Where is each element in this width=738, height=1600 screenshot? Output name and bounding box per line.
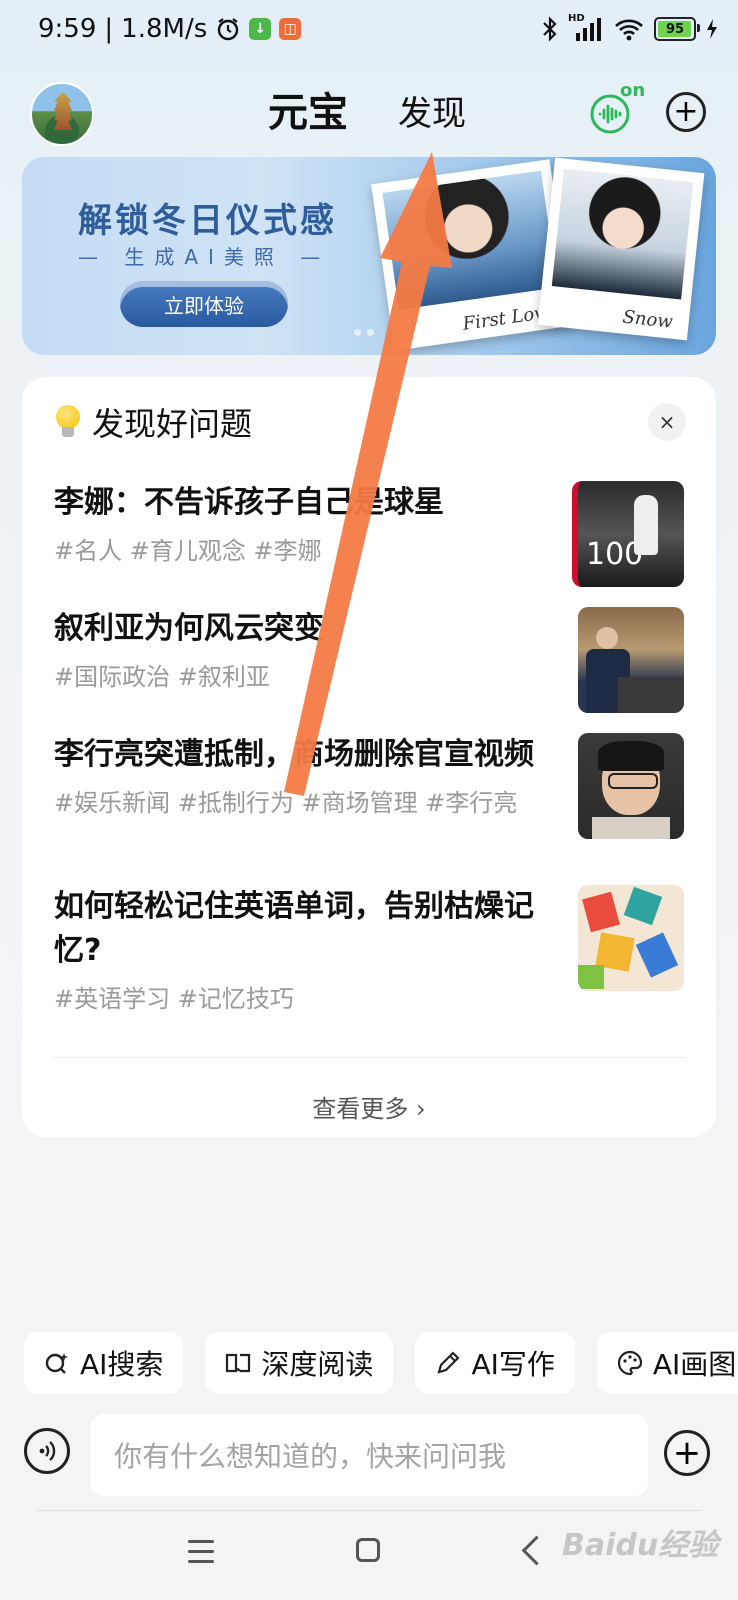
- chip-ai-search[interactable]: AI搜索: [24, 1332, 184, 1394]
- new-chat-button[interactable]: +: [666, 92, 706, 132]
- discover-questions-card: 发现好问题 × 李娜：不告诉孩子自己是球星 #名人 #育儿观念 #李娜 100 …: [22, 377, 716, 1137]
- net-speed: 1.8M/s: [121, 14, 208, 44]
- pen-icon: [437, 1351, 460, 1374]
- question-item[interactable]: 李行亮突遭抵制，商场删除官宣视频 #娱乐新闻 #抵制行为 #商场管理 #李行亮: [54, 733, 684, 839]
- wifi-icon: [615, 19, 643, 41]
- question-title: 李行亮突遭抵制，商场删除官宣视频: [54, 737, 534, 772]
- banner-cta-button[interactable]: 立即体验: [120, 281, 288, 327]
- voice-mode-button[interactable]: on: [588, 80, 645, 138]
- chat-input-bar: 你有什么想知道的，快来问问我 +: [0, 1412, 738, 1502]
- chip-ai-drawing[interactable]: AI画图: [596, 1332, 738, 1394]
- banner-photo-boy: Snow: [537, 157, 705, 341]
- question-thumbnail: [578, 885, 684, 991]
- add-attachment-button[interactable]: +: [664, 1430, 710, 1476]
- question-thumbnail: [578, 607, 684, 713]
- signal-icon: HD: [568, 13, 604, 41]
- hd-label: HD: [568, 13, 585, 24]
- chip-label: 深度阅读: [261, 1348, 374, 1381]
- home-icon[interactable]: [356, 1538, 380, 1562]
- question-title: 如何轻松记住英语单词，告别枯燥记忆?: [54, 889, 534, 968]
- watermark: Baidu经验: [562, 1528, 719, 1563]
- question-item[interactable]: 叙利亚为何风云突变 #国际政治 #叙利亚: [54, 607, 684, 713]
- chip-deep-reading[interactable]: 深度阅读: [205, 1332, 394, 1394]
- question-thumbnail: 100: [572, 481, 684, 587]
- menu-icon[interactable]: [188, 1540, 214, 1563]
- divider: [52, 1057, 686, 1058]
- tab-discover[interactable]: 发现: [398, 86, 466, 135]
- clock: 9:59: [38, 14, 97, 44]
- question-item[interactable]: 李娜：不告诉孩子自己是球星 #名人 #育儿观念 #李娜 100: [54, 481, 684, 587]
- close-button[interactable]: ×: [648, 403, 686, 441]
- banner-subtitle: — 生成AI美照 —: [78, 245, 331, 269]
- separator: |: [104, 14, 114, 44]
- back-icon[interactable]: [521, 1535, 552, 1566]
- chip-label: AI写作: [471, 1348, 555, 1381]
- promo-banner[interactable]: 解锁冬日仪式感 — 生成AI美照 — 立即体验 First Love Snow: [22, 157, 716, 355]
- search-spark-icon: [45, 1353, 68, 1374]
- status-bar: 9:59 | 1.8M/s ↓ ◫ HD 95: [0, 0, 738, 64]
- question-thumbnail: [578, 733, 684, 839]
- voice-input-button[interactable]: [24, 1428, 70, 1474]
- battery-level: 95: [665, 21, 685, 37]
- chip-label: AI画图: [652, 1348, 737, 1381]
- see-more-link[interactable]: 查看更多 ›: [22, 1089, 716, 1124]
- alarm-icon: [218, 18, 239, 41]
- book-icon: [226, 1353, 251, 1373]
- quick-action-chips: AI搜索 深度阅读 AI写作 AI画图: [24, 1332, 738, 1394]
- avatar[interactable]: [30, 82, 94, 146]
- banner-caption-right: Snow: [621, 306, 674, 333]
- voice-on-label: on: [620, 80, 646, 101]
- bluetooth-icon: [543, 16, 557, 42]
- plus-icon: +: [673, 94, 699, 129]
- card-title: 发现好问题: [92, 405, 253, 443]
- palette-icon: [617, 1350, 642, 1376]
- chat-input[interactable]: 你有什么想知道的，快来问问我: [90, 1414, 648, 1496]
- charging-icon: [707, 19, 717, 39]
- banner-title: 解锁冬日仪式感: [78, 201, 337, 241]
- plus-icon: +: [672, 1433, 702, 1473]
- chip-ai-writing[interactable]: AI写作: [415, 1332, 575, 1394]
- question-title: 叙利亚为何风云突变: [54, 611, 324, 646]
- question-title: 李娜：不告诉孩子自己是球星: [54, 485, 444, 520]
- tab-yuanbao[interactable]: 元宝: [268, 80, 348, 138]
- close-icon: ×: [658, 410, 676, 434]
- download-app-icon: ↓: [249, 18, 272, 40]
- chip-label: AI搜索: [80, 1348, 164, 1381]
- carousel-dots: [354, 329, 374, 336]
- question-item[interactable]: 如何轻松记住英语单词，告别枯燥记忆? #英语学习 #记忆技巧: [54, 885, 684, 1014]
- divider: [36, 1510, 702, 1511]
- top-header: 元宝 发现 on +: [0, 72, 738, 152]
- sound-wave-icon: [39, 1441, 56, 1461]
- battery-indicator: 95: [654, 17, 700, 41]
- app-grid-icon: ◫: [279, 18, 302, 40]
- lightbulb-icon: [54, 403, 82, 441]
